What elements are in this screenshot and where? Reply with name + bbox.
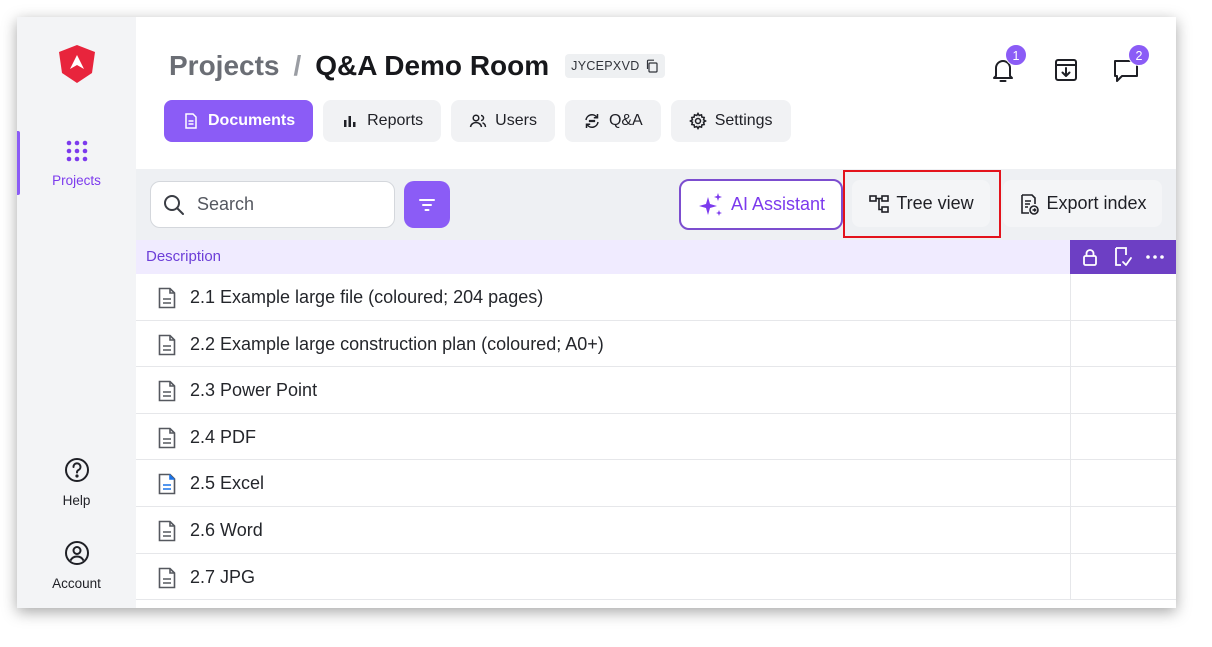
ai-assistant-button[interactable]: AI Assistant xyxy=(679,179,843,230)
column-divider xyxy=(1070,274,1071,320)
sidebar-item-help[interactable]: Help xyxy=(17,457,136,513)
tab-reports[interactable]: Reports xyxy=(323,100,442,142)
tab-label: Users xyxy=(495,112,537,129)
breadcrumb-projects-link[interactable]: Projects xyxy=(169,50,280,82)
sidebar-item-label: Account xyxy=(52,576,101,591)
table-row[interactable]: 2.6 Word xyxy=(136,506,1176,554)
file-icon xyxy=(158,334,176,355)
table-row[interactable]: 2.2 Example large construction plan (col… xyxy=(136,320,1176,368)
bar-chart-icon xyxy=(344,116,356,127)
page-header: Projects / Q&A Demo Room JYCEPXVD Docume… xyxy=(136,17,1176,169)
tab-users[interactable]: Users xyxy=(451,100,555,142)
notifications-button[interactable]: 1 xyxy=(988,44,1027,85)
table-row[interactable]: 2.4 PDF xyxy=(136,413,1176,461)
sidebar: Projects Help Account xyxy=(17,17,136,608)
file-icon xyxy=(158,287,176,309)
sidebar-item-label: Help xyxy=(62,493,91,508)
document-list: 2.1 Example large file (coloured; 204 pa… xyxy=(136,274,1176,601)
more-horizontal-icon[interactable] xyxy=(1144,246,1166,268)
user-circle-icon xyxy=(65,541,89,565)
document-name[interactable]: 2.4 PDF xyxy=(190,427,256,448)
column-header-description[interactable]: Description xyxy=(146,248,221,265)
column-divider xyxy=(1070,320,1071,367)
tab-documents[interactable]: Documents xyxy=(164,100,314,142)
column-divider xyxy=(1070,460,1071,506)
file-icon xyxy=(158,380,176,402)
gear-icon xyxy=(688,112,707,130)
app-window: Projects Help Account Projects / Q&A Dem… xyxy=(17,17,1176,608)
tab-label: Settings xyxy=(714,112,773,129)
file-icon xyxy=(158,567,176,588)
tab-qa[interactable]: Q&A xyxy=(564,100,661,142)
grid-dots-icon xyxy=(66,140,88,162)
highlight-annotation-box xyxy=(843,170,1001,238)
export-index-button[interactable]: Export index xyxy=(1003,180,1162,227)
document-name[interactable]: 2.5 Excel xyxy=(190,473,264,494)
room-code-badge[interactable]: JYCEPXVD xyxy=(565,54,665,78)
messages-badge: 2 xyxy=(1128,44,1150,66)
archive-download-icon xyxy=(1055,59,1077,81)
notifications-badge: 1 xyxy=(1005,44,1027,66)
file-icon xyxy=(158,427,176,449)
export-document-icon xyxy=(1021,193,1040,215)
messages-button[interactable]: 2 xyxy=(1111,44,1150,85)
archive-button[interactable] xyxy=(1051,55,1081,85)
refresh-chat-icon xyxy=(585,114,599,128)
breadcrumb-separator: / xyxy=(293,50,302,81)
tab-label: Q&A xyxy=(608,112,643,129)
column-divider xyxy=(1070,367,1071,413)
copy-icon[interactable] xyxy=(645,59,659,73)
breadcrumb: Projects / Q&A Demo Room JYCEPXVD xyxy=(169,50,665,82)
column-divider xyxy=(1070,553,1071,600)
page-title: Q&A Demo Room xyxy=(315,50,550,81)
file-icon xyxy=(158,520,176,542)
table-row[interactable]: 2.1 Example large file (coloured; 204 pa… xyxy=(136,274,1176,321)
sidebar-item-projects[interactable]: Projects xyxy=(17,131,136,195)
filter-button[interactable] xyxy=(404,181,450,228)
ai-assistant-label: AI Assistant xyxy=(730,194,826,214)
document-name[interactable]: 2.6 Word xyxy=(190,520,263,541)
question-circle-icon xyxy=(65,458,89,482)
tab-label: Documents xyxy=(208,112,296,129)
sidebar-item-label: Projects xyxy=(52,173,101,188)
sparkle-icon xyxy=(698,192,722,216)
column-divider xyxy=(1070,413,1071,460)
filter-icon xyxy=(419,198,435,211)
sidebar-item-account[interactable]: Account xyxy=(17,540,136,596)
export-index-label: Export index xyxy=(1046,193,1147,213)
search-input[interactable] xyxy=(197,194,387,215)
documents-toolbar: AI Assistant Tree view Export index xyxy=(136,169,1176,240)
document-check-icon[interactable] xyxy=(1111,246,1133,268)
lock-icon[interactable] xyxy=(1080,247,1100,267)
search-field[interactable] xyxy=(150,181,395,228)
users-icon xyxy=(469,114,487,128)
tab-label: Reports xyxy=(367,112,424,129)
table-header-actions xyxy=(1070,240,1176,274)
table-row[interactable]: 2.5 Excel xyxy=(136,460,1176,507)
document-name[interactable]: 2.1 Example large file (coloured; 204 pa… xyxy=(190,287,543,308)
room-code-text: JYCEPXVD xyxy=(571,59,640,73)
document-name[interactable]: 2.2 Example large construction plan (col… xyxy=(190,334,604,355)
app-logo[interactable] xyxy=(57,43,97,85)
document-icon xyxy=(185,113,197,129)
table-row[interactable]: 2.3 Power Point xyxy=(136,367,1176,414)
document-name[interactable]: 2.3 Power Point xyxy=(190,380,317,401)
tab-bar: Documents Reports Users Q&A Settings xyxy=(164,100,791,142)
document-name[interactable]: 2.7 JPG xyxy=(190,567,255,588)
search-icon xyxy=(164,194,184,215)
table-header: Description xyxy=(136,240,1176,274)
table-row[interactable]: 2.7 JPG xyxy=(136,553,1176,601)
column-divider xyxy=(1070,506,1071,553)
tab-settings[interactable]: Settings xyxy=(670,100,791,142)
file-blue-icon xyxy=(158,474,176,495)
